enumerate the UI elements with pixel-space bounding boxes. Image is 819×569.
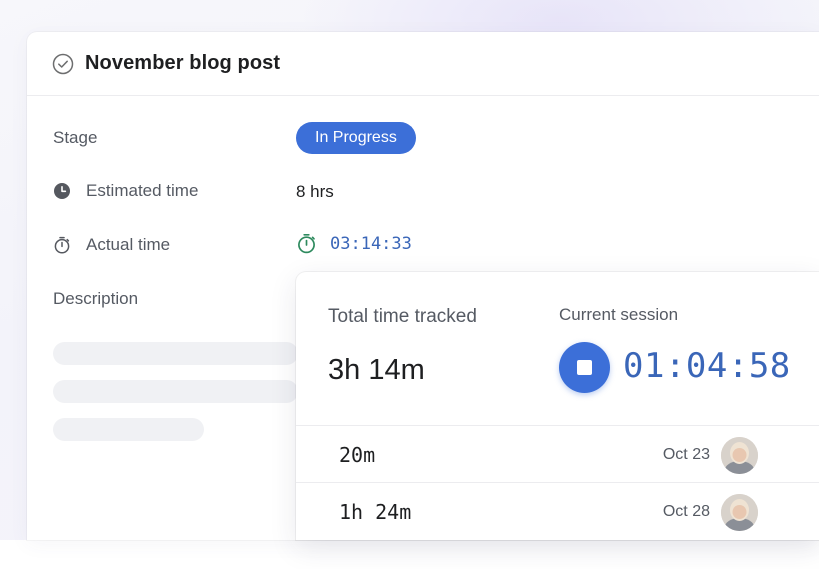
estimated-time-value[interactable]: 8 hrs (296, 182, 334, 202)
time-tracking-popover: Total time tracked 3h 14m Current sessio… (296, 272, 819, 540)
total-time-label: Total time tracked (328, 306, 477, 327)
user-avatar[interactable] (721, 437, 758, 474)
task-title: November blog post (85, 52, 281, 74)
user-avatar[interactable] (721, 494, 758, 531)
current-session-timer: 01:04:58 (623, 346, 791, 386)
time-entry-row[interactable]: 20m Oct 23 (296, 427, 819, 483)
clock-icon (53, 182, 71, 200)
description-placeholder-line (53, 342, 298, 365)
stop-icon (577, 360, 592, 375)
time-summary: Total time tracked 3h 14m Current sessio… (296, 272, 819, 426)
actual-time-value-wrap[interactable]: 03:14:33 (296, 233, 412, 254)
task-header: November blog post (27, 32, 819, 96)
stop-timer-button[interactable] (559, 342, 610, 393)
estimated-time-value-wrap: 8 hrs (296, 182, 334, 202)
total-time-value: 3h 14m (328, 354, 425, 386)
time-entry-duration: 20m (339, 443, 376, 467)
stopwatch-icon (296, 233, 317, 254)
estimated-time-label: Estimated time (86, 181, 199, 200)
stopwatch-outline-icon (53, 236, 71, 254)
stage-badge[interactable]: In Progress (296, 122, 416, 154)
actual-time-label: Actual time (86, 235, 171, 254)
description-row: Description (53, 289, 138, 309)
stage-value: In Progress (296, 122, 416, 154)
check-circle-icon[interactable] (52, 53, 74, 75)
estimated-time-row: Estimated time (53, 181, 198, 201)
description-placeholder-line (53, 418, 204, 441)
actual-time-row: Actual time (53, 235, 170, 255)
description-placeholder-line (53, 380, 298, 403)
time-entry-date: Oct 23 (662, 446, 710, 463)
description-label: Description (53, 289, 139, 308)
stage-row: Stage (53, 128, 97, 148)
time-entry-row[interactable]: 1h 24m Oct 28 (296, 484, 819, 540)
actual-time-value: 03:14:33 (330, 233, 412, 254)
time-entry-duration: 1h 24m (339, 500, 412, 524)
stage-label: Stage (53, 128, 98, 147)
bottom-strip (0, 540, 819, 569)
current-session-label: Current session (559, 305, 679, 324)
time-entry-date: Oct 28 (662, 503, 710, 520)
